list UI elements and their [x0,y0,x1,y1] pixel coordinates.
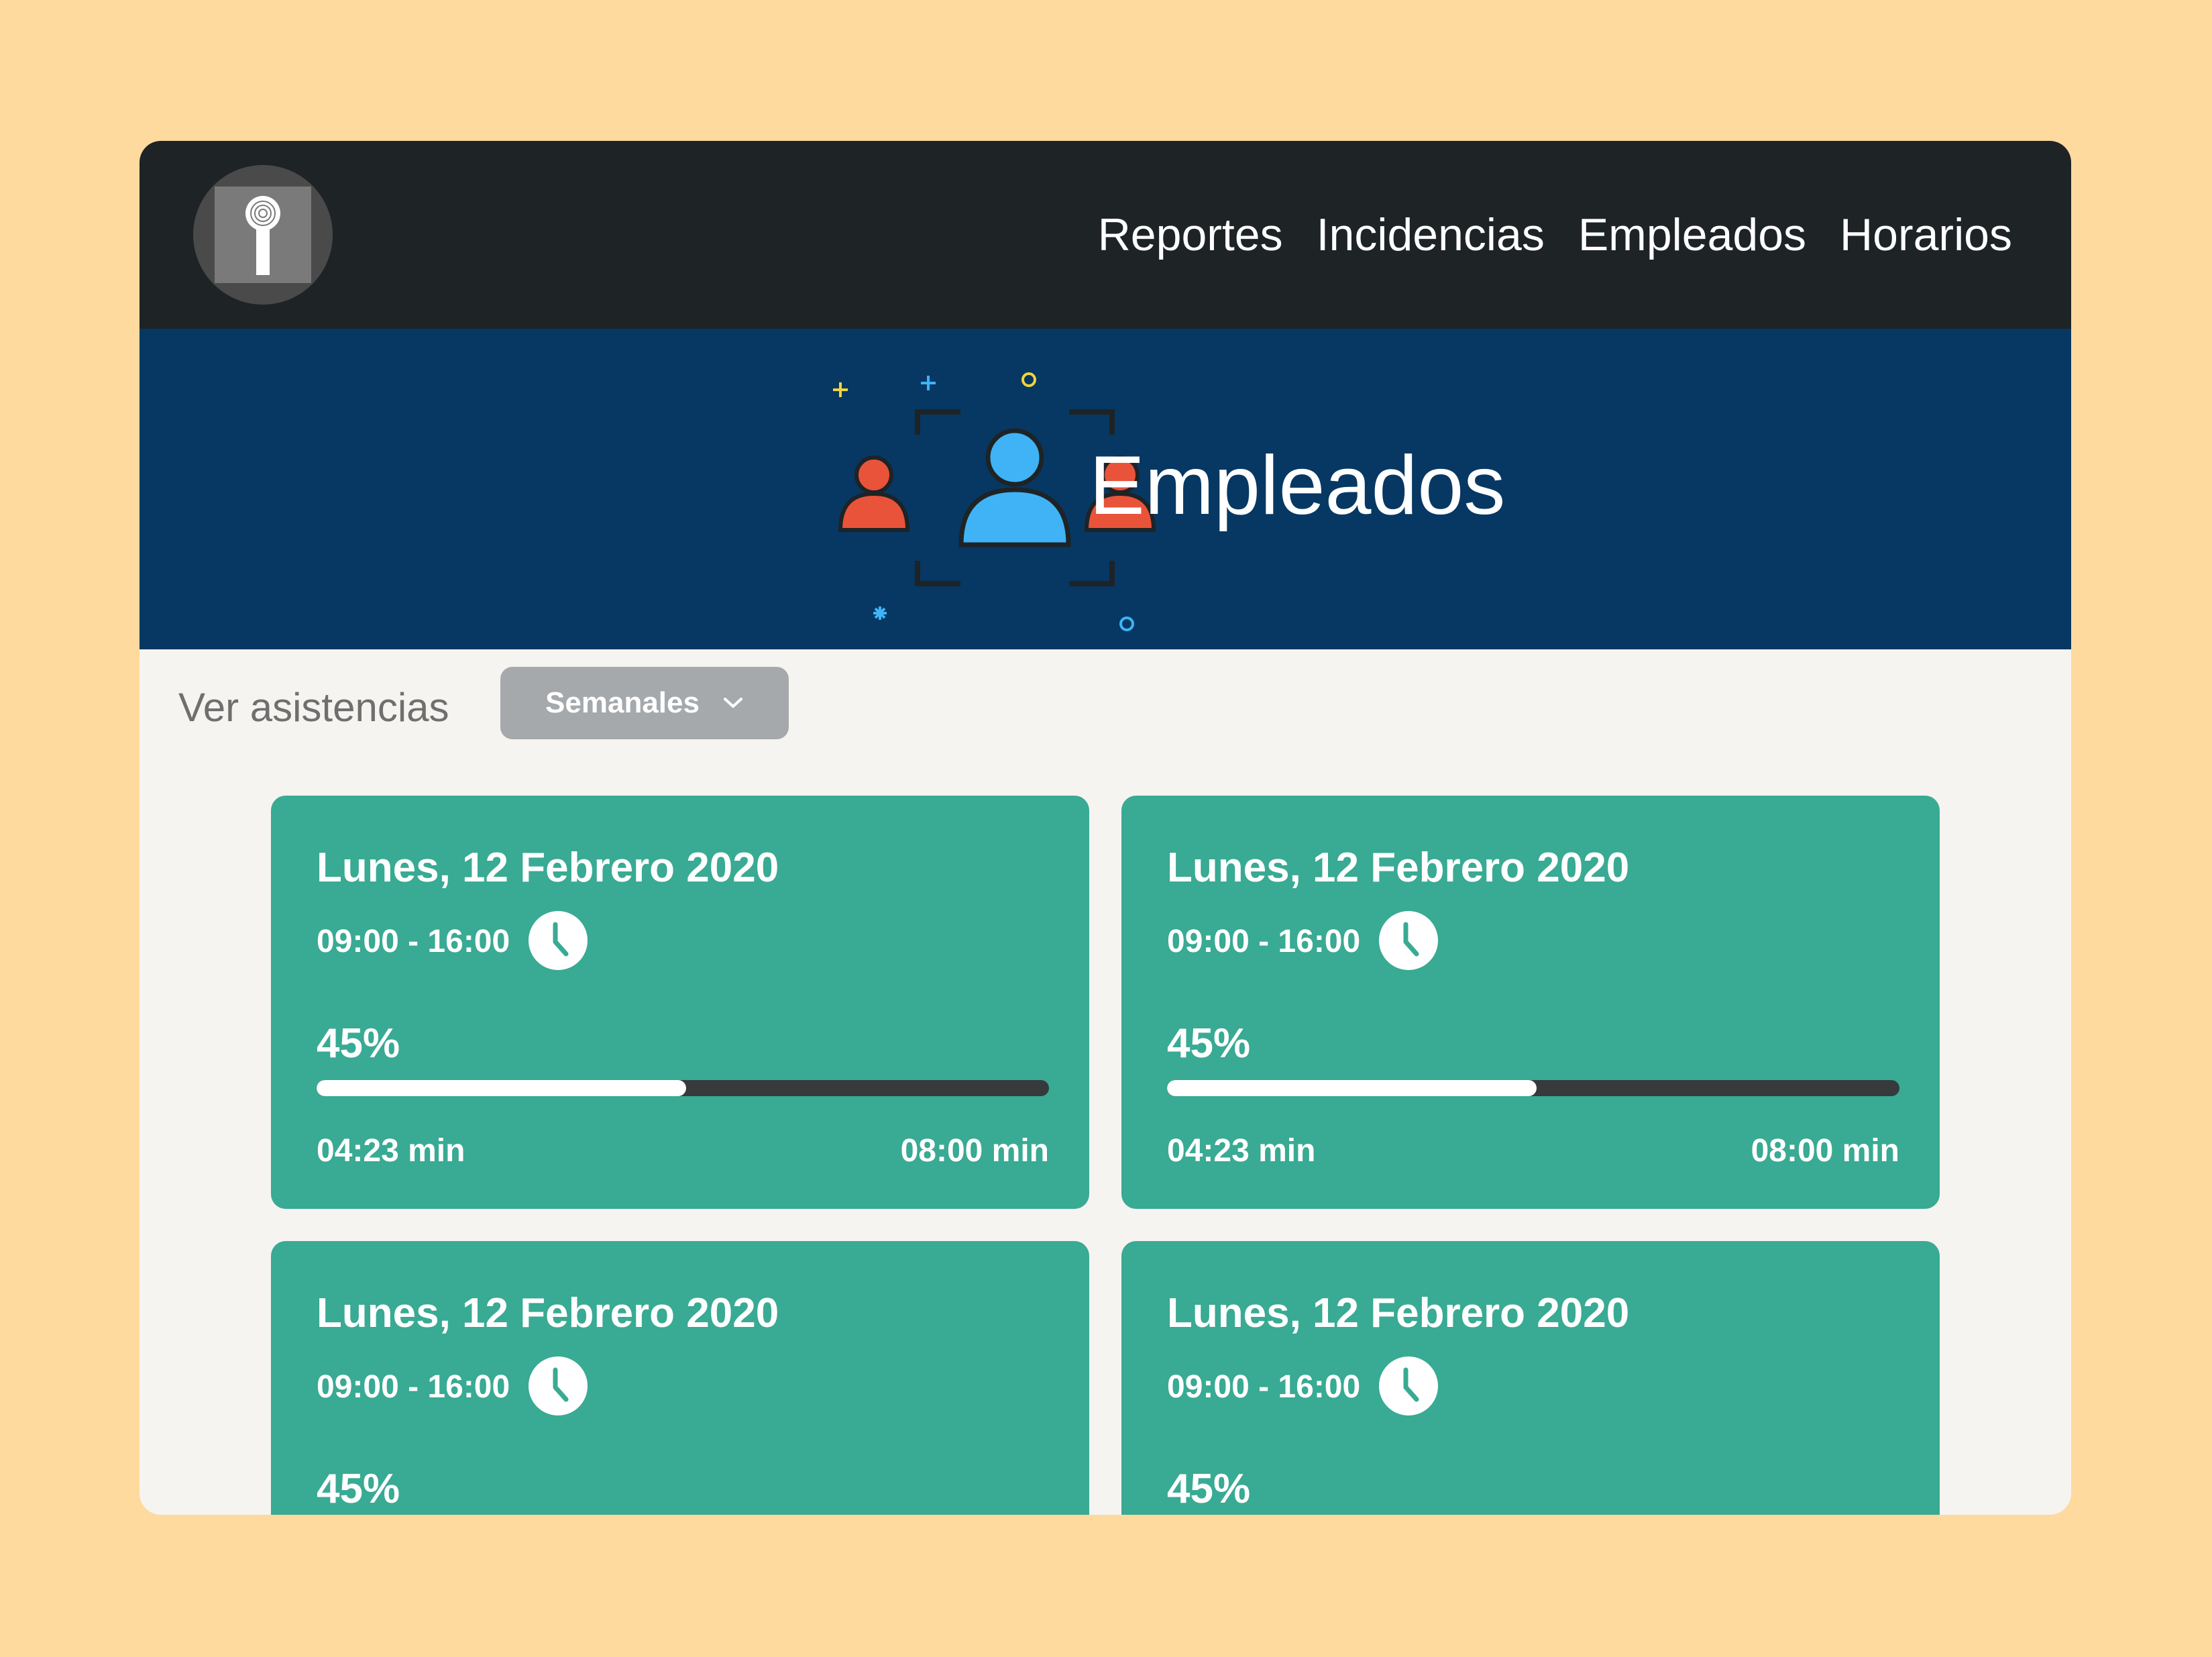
card-progress-percent: 45% [1167,1020,1251,1067]
attendance-period-dropdown[interactable]: Semanales [500,667,789,739]
clock-icon [529,1356,588,1415]
clock-icon [529,911,588,970]
card-date: Lunes, 12 Febrero 2020 [1167,845,1630,891]
attendance-cards-grid: Lunes, 12 Febrero 2020 09:00 - 16:00 45%… [271,796,1941,1515]
nav-link-reportes[interactable]: Reportes [1098,209,1283,261]
card-time-range: 09:00 - 16:00 [317,924,510,959]
card-progress-bar [317,1080,1049,1096]
progress-fill [1167,1080,1537,1096]
card-date: Lunes, 12 Febrero 2020 [317,845,779,891]
dropdown-selected-value: Semanales [545,686,700,719]
nav-link-horarios[interactable]: Horarios [1840,209,2012,261]
attendance-card[interactable]: Lunes, 12 Febrero 2020 09:00 - 16:00 45%… [271,796,1089,1209]
card-time-range: 09:00 - 16:00 [1167,924,1361,959]
card-elapsed-time: 04:23 min [317,1133,465,1169]
card-time-range: 09:00 - 16:00 [317,1369,510,1405]
attendance-filter-label: Ver asistencias [178,685,449,730]
card-date: Lunes, 12 Febrero 2020 [317,1290,779,1336]
card-date: Lunes, 12 Febrero 2020 [1167,1290,1630,1336]
clock-icon [1379,911,1438,970]
app-window: Reportes Incidencias Empleados Horarios [140,141,2071,1515]
hero-banner: Empleados [140,329,2071,649]
card-progress-bar [1167,1080,1899,1096]
card-progress-percent: 45% [1167,1466,1251,1512]
attendance-card[interactable]: Lunes, 12 Febrero 2020 09:00 - 16:00 45% [1121,1241,1940,1515]
page-title: Empleados [1089,439,1506,532]
clock-icon [1379,1356,1438,1415]
fingerprint-keyhole-icon [215,186,311,283]
card-elapsed-time: 04:23 min [1167,1133,1316,1169]
progress-fill [317,1080,687,1096]
card-goal-time: 08:00 min [1751,1133,1899,1169]
nav-link-empleados[interactable]: Empleados [1578,209,1806,261]
nav-link-incidencias[interactable]: Incidencias [1317,209,1545,261]
top-navbar: Reportes Incidencias Empleados Horarios [140,141,2071,329]
attendance-card[interactable]: Lunes, 12 Febrero 2020 09:00 - 16:00 45% [271,1241,1089,1515]
attendance-card[interactable]: Lunes, 12 Febrero 2020 09:00 - 16:00 45%… [1121,796,1940,1209]
card-goal-time: 08:00 min [900,1133,1049,1169]
card-progress-percent: 45% [317,1466,400,1512]
app-logo[interactable] [193,165,333,305]
main-nav: Reportes Incidencias Empleados Horarios [1098,141,2012,329]
card-progress-percent: 45% [317,1020,400,1067]
chevron-down-icon [722,696,744,710]
card-time-range: 09:00 - 16:00 [1167,1369,1361,1405]
